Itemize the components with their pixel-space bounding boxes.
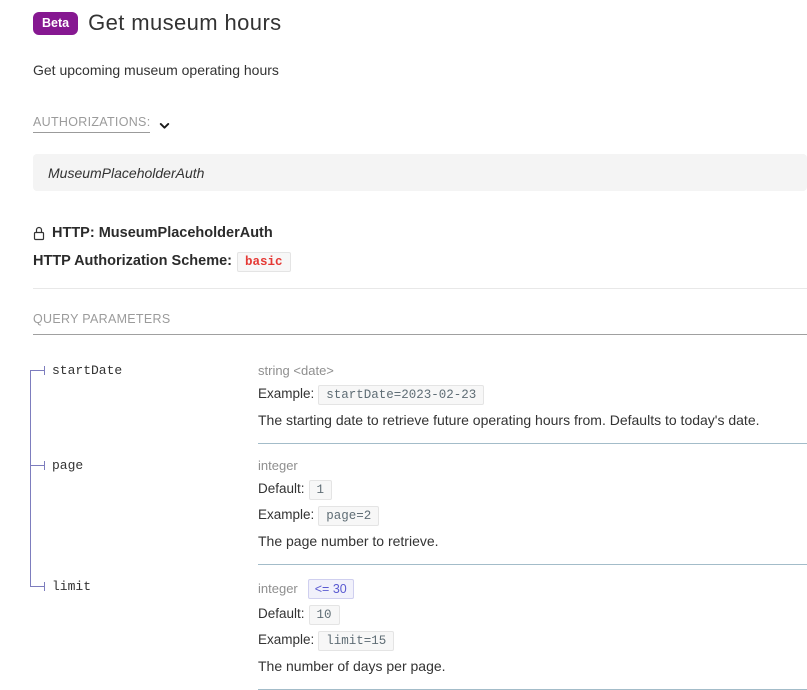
- tree-line: [30, 370, 44, 371]
- param-type-line: string <date>: [258, 363, 807, 379]
- http-scheme-title: HTTP: MuseumPlaceholderAuth: [52, 225, 273, 241]
- lock-icon: [33, 226, 45, 241]
- tree-line: [30, 565, 31, 587]
- param-detail-cell: integer Default: 1 Example: page=2 The pag…: [258, 444, 807, 565]
- auth-scheme-name: MuseumPlaceholderAuth: [48, 165, 204, 181]
- tree-line: [44, 366, 45, 375]
- param-type-line: integer <= 30: [258, 579, 807, 599]
- param-name: page: [52, 458, 83, 473]
- param-detail-cell: integer <= 30 Default: 10 Example: limit=1…: [258, 565, 807, 690]
- example-value: limit=15: [318, 631, 394, 651]
- param-name: startDate: [52, 363, 122, 378]
- auth-scheme-box[interactable]: MuseumPlaceholderAuth: [33, 154, 807, 191]
- page-header: Beta Get museum hours: [33, 10, 807, 36]
- param-name-cell: page: [30, 444, 258, 565]
- query-parameters-header: QUERY PARAMETERS: [33, 312, 807, 335]
- page-title: Get museum hours: [88, 10, 281, 36]
- default-value: 1: [309, 480, 333, 500]
- tree-line: [44, 461, 45, 470]
- default-value: 10: [309, 605, 340, 625]
- example-label: Example:: [258, 386, 314, 401]
- tree-line: [44, 582, 45, 591]
- example-value: page=2: [318, 506, 379, 526]
- param-constraint-badge: <= 30: [308, 579, 354, 599]
- param-description: The page number to retrieve.: [258, 533, 807, 550]
- param-name-cell: limit: [30, 565, 258, 690]
- param-name-cell: startDate: [30, 349, 258, 444]
- beta-badge: Beta: [33, 12, 78, 35]
- param-row-page: page integer Default: 1 Example: page=2 Th…: [30, 444, 807, 565]
- param-example-line: Example: limit=15: [258, 631, 807, 651]
- example-value: startDate=2023-02-23: [318, 385, 484, 405]
- tree-line: [30, 465, 44, 466]
- param-default-line: Default: 10: [258, 605, 807, 625]
- http-auth-scheme-value: basic: [237, 252, 291, 272]
- tree-line: [30, 586, 44, 587]
- http-scheme-title-row: HTTP: MuseumPlaceholderAuth: [33, 225, 807, 241]
- param-type: integer: [258, 581, 298, 597]
- query-parameters-table: startDate string <date> Example: startDat…: [30, 349, 807, 690]
- param-type: string <date>: [258, 363, 334, 379]
- param-row-startdate: startDate string <date> Example: startDat…: [30, 349, 807, 444]
- default-label: Default:: [258, 606, 305, 621]
- authorizations-label: AUTHORIZATIONS:: [33, 115, 150, 133]
- param-detail-cell: string <date> Example: startDate=2023-02-…: [258, 349, 807, 444]
- endpoint-doc-page: Beta Get museum hours Get upcoming museu…: [0, 0, 807, 690]
- section-divider: [33, 288, 807, 289]
- param-type-line: integer: [258, 458, 807, 474]
- chevron-down-icon: [157, 118, 172, 133]
- param-default-line: Default: 1: [258, 480, 807, 500]
- http-auth-scheme-label: HTTP Authorization Scheme:: [33, 253, 232, 269]
- param-description: The number of days per page.: [258, 658, 807, 675]
- example-label: Example:: [258, 632, 314, 647]
- authorizations-toggle[interactable]: AUTHORIZATIONS:: [33, 115, 807, 133]
- param-type: integer: [258, 458, 298, 474]
- param-example-line: Example: startDate=2023-02-23: [258, 385, 807, 405]
- param-example-line: Example: page=2: [258, 506, 807, 526]
- param-description: The starting date to retrieve future ope…: [258, 412, 807, 429]
- tree-line: [30, 370, 31, 444]
- http-auth-scheme-row: HTTP Authorization Scheme: basic: [33, 252, 807, 272]
- tree-line: [30, 444, 31, 565]
- endpoint-description: Get upcoming museum operating hours: [33, 62, 807, 78]
- param-name: limit: [52, 579, 91, 594]
- default-label: Default:: [258, 481, 305, 496]
- param-row-limit: limit integer <= 30 Default: 10 Example: l…: [30, 565, 807, 690]
- example-label: Example:: [258, 507, 314, 522]
